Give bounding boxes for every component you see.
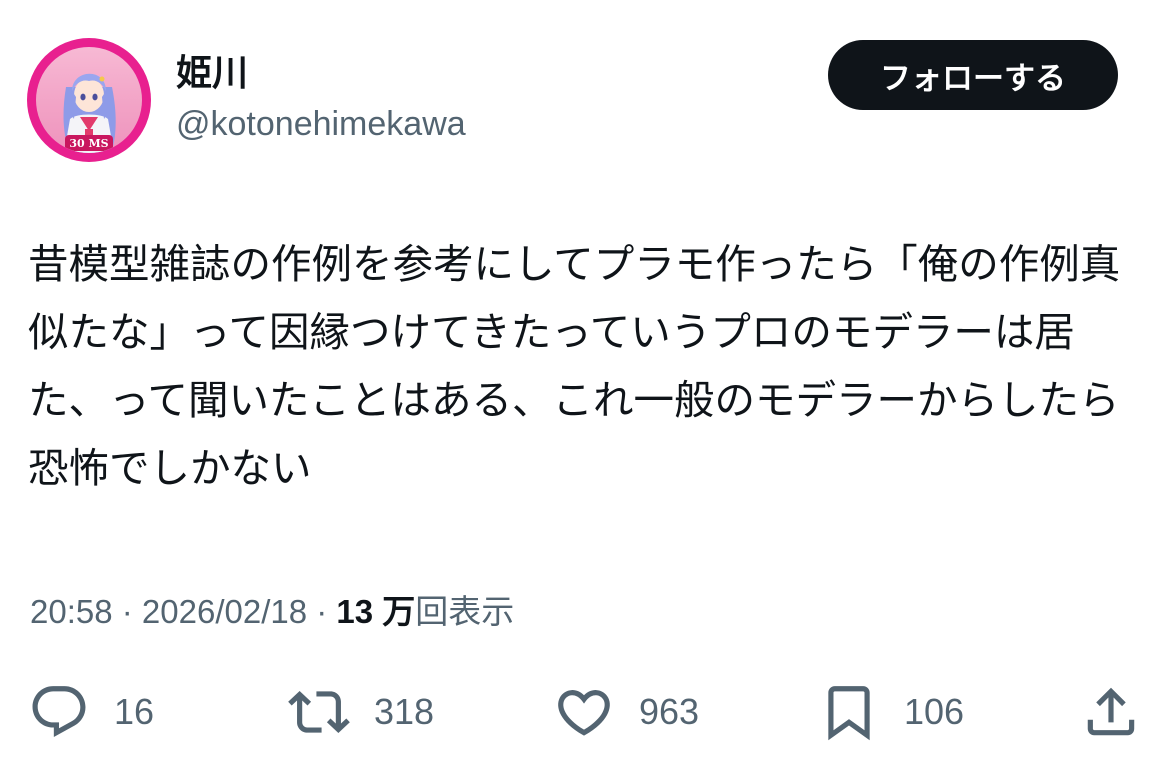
retweet-count: 318 (374, 691, 435, 732)
bookmark-icon (828, 686, 870, 741)
share-icon (1087, 687, 1135, 736)
share-button[interactable] (1080, 680, 1142, 744)
retweet-icon (288, 691, 350, 733)
bookmark-count: 106 (904, 691, 965, 732)
views-label[interactable]: 回表示 (415, 593, 514, 630)
tweet-time[interactable]: 20:58 (30, 593, 113, 630)
tweet-date[interactable]: 2026/02/18 (142, 593, 307, 630)
like-button[interactable]: 963 (553, 680, 699, 744)
avatar[interactable]: 30 MS (27, 38, 151, 162)
author-display-name[interactable]: 姫川 (176, 52, 248, 96)
action-bar: 16 318 963 106 (0, 680, 1170, 750)
reply-count: 16 (114, 691, 155, 732)
retweet-button[interactable]: 318 (288, 680, 434, 744)
author-handle[interactable]: @kotonehimekawa (176, 102, 466, 146)
like-icon (558, 690, 610, 736)
avatar-image: 30 MS (36, 47, 142, 153)
bookmark-button[interactable]: 106 (818, 680, 964, 744)
tweet-text: 昔模型雑誌の作例を参考にしてプラモ作ったら「俺の作例真似たな」って因縁つけてきた… (28, 240, 1121, 492)
tweet-meta: 20:58 · 2026/02/18 · 13 万回表示 (30, 588, 514, 636)
avatar-badge: 30 MS (65, 135, 113, 151)
meta-separator: · (112, 593, 142, 630)
meta-separator: · (307, 593, 337, 630)
views-count[interactable]: 13 万 (336, 593, 415, 630)
reply-icon (32, 686, 86, 738)
like-count: 963 (639, 691, 700, 732)
follow-button[interactable]: フォローする (828, 40, 1118, 110)
reply-button[interactable]: 16 (28, 680, 154, 744)
